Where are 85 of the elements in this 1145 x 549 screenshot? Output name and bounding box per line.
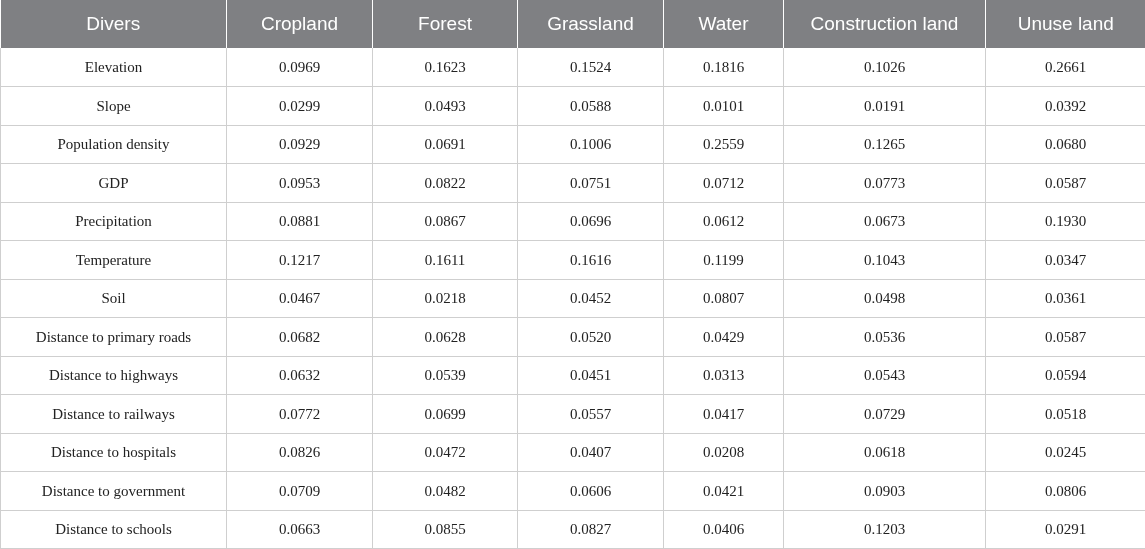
column-header: Unuse land xyxy=(985,0,1145,48)
table-cell: 0.0929 xyxy=(226,125,373,164)
table-cell: 0.0191 xyxy=(783,86,986,125)
table-cell: Distance to primary roads xyxy=(0,317,227,356)
table-cell: 0.1623 xyxy=(372,48,518,87)
table-cell: 0.1199 xyxy=(663,240,784,279)
table-cell: 0.1203 xyxy=(783,510,986,549)
table-cell: 0.0543 xyxy=(783,356,986,395)
table-cell: GDP xyxy=(0,163,227,202)
table-cell: 0.0612 xyxy=(663,202,784,241)
table-cell: Slope xyxy=(0,86,227,125)
table-cell: 0.0903 xyxy=(783,471,986,510)
table-cell: 0.0953 xyxy=(226,163,373,202)
table-cell: 0.0691 xyxy=(372,125,518,164)
table-cell: 0.0751 xyxy=(517,163,664,202)
table-cell: 0.0632 xyxy=(226,356,373,395)
table-cell: 0.0421 xyxy=(663,471,784,510)
table-cell: 0.0482 xyxy=(372,471,518,510)
table-cell: 0.1217 xyxy=(226,240,373,279)
table-cell: 0.0299 xyxy=(226,86,373,125)
table-cell: 0.0451 xyxy=(517,356,664,395)
table-cell: 0.0452 xyxy=(517,279,664,318)
column-header: Construction land xyxy=(783,0,986,48)
table-cell: 0.0729 xyxy=(783,394,986,433)
table-cell: 0.0773 xyxy=(783,163,986,202)
table-cell: 0.0417 xyxy=(663,394,784,433)
column-header: Grassland xyxy=(517,0,664,48)
table-cell: Temperature xyxy=(0,240,227,279)
table-cell: Distance to schools xyxy=(0,510,227,549)
table-cell: 0.0772 xyxy=(226,394,373,433)
table-cell: 0.0208 xyxy=(663,433,784,472)
table-cell: 0.0557 xyxy=(517,394,664,433)
table-cell: 0.0588 xyxy=(517,86,664,125)
table-cell: 0.0498 xyxy=(783,279,986,318)
table-cell: 0.0101 xyxy=(663,86,784,125)
table-cell: 0.0826 xyxy=(226,433,373,472)
table-cell: 0.1611 xyxy=(372,240,518,279)
table-cell: 0.0827 xyxy=(517,510,664,549)
table-cell: 0.0881 xyxy=(226,202,373,241)
table-cell: 0.0663 xyxy=(226,510,373,549)
table-cell: 0.1616 xyxy=(517,240,664,279)
column-header: Water xyxy=(663,0,784,48)
table-cell: 0.0406 xyxy=(663,510,784,549)
table-cell: 0.0699 xyxy=(372,394,518,433)
table-cell: 0.0313 xyxy=(663,356,784,395)
table-cell: Elevation xyxy=(0,48,227,87)
table-cell: Population density xyxy=(0,125,227,164)
table-cell: 0.1265 xyxy=(783,125,986,164)
table-cell: 0.0867 xyxy=(372,202,518,241)
column-header: Divers xyxy=(0,0,227,48)
table-cell: 0.1026 xyxy=(783,48,986,87)
table-cell: 0.0407 xyxy=(517,433,664,472)
table-cell: Distance to highways xyxy=(0,356,227,395)
table-cell: 0.1524 xyxy=(517,48,664,87)
table-cell: 0.0429 xyxy=(663,317,784,356)
table-cell: 0.0606 xyxy=(517,471,664,510)
table-cell: 0.0467 xyxy=(226,279,373,318)
table-cell: 0.0712 xyxy=(663,163,784,202)
table-cell: 0.1816 xyxy=(663,48,784,87)
table-cell: 0.0709 xyxy=(226,471,373,510)
table-cell: Distance to railways xyxy=(0,394,227,433)
table-cell: 0.0969 xyxy=(226,48,373,87)
table-cell: 0.0628 xyxy=(372,317,518,356)
table-cell: 0.0682 xyxy=(226,317,373,356)
table-cell: 0.0520 xyxy=(517,317,664,356)
table-cell: Distance to government xyxy=(0,471,227,510)
column-header: Forest xyxy=(372,0,518,48)
table-cell: 0.0218 xyxy=(372,279,518,318)
table-cell: 0.0673 xyxy=(783,202,986,241)
table-cell: 0.0493 xyxy=(372,86,518,125)
table-cell: 0.0618 xyxy=(783,433,986,472)
table-cell: 0.2559 xyxy=(663,125,784,164)
table-cell: 0.0539 xyxy=(372,356,518,395)
table-cell: 0.1006 xyxy=(517,125,664,164)
table-cell: 0.1043 xyxy=(783,240,986,279)
table-cell: 0.0536 xyxy=(783,317,986,356)
column-header: Cropland xyxy=(226,0,373,48)
table-cell: Distance to hospitals xyxy=(0,433,227,472)
table-cell: Precipitation xyxy=(0,202,227,241)
table-cell: 0.0855 xyxy=(372,510,518,549)
table-cell: 0.0472 xyxy=(372,433,518,472)
table-cell: 0.0807 xyxy=(663,279,784,318)
table-cell: 0.0822 xyxy=(372,163,518,202)
table-cell: 0.0696 xyxy=(517,202,664,241)
table-cell: Soil xyxy=(0,279,227,318)
